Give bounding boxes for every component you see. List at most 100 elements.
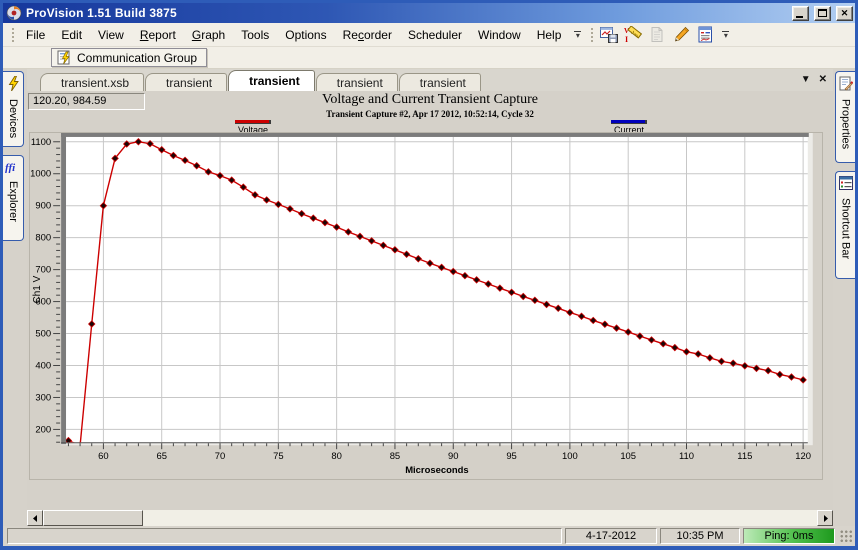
menu-item-help[interactable]: Help [529, 25, 570, 45]
svg-text:1100: 1100 [31, 137, 51, 148]
svg-text:ffi: ffi [5, 162, 16, 173]
graph-pane: 120.20, 984.59 Voltage and Current Trans… [27, 91, 833, 526]
current-legend-swatch [611, 120, 647, 124]
scrollbar-thumb[interactable] [43, 510, 143, 526]
right-sidebar: Properties Shortcut Bar [833, 69, 855, 526]
svg-text:115: 115 [737, 451, 752, 462]
maximize-icon [818, 9, 827, 17]
communication-group-button[interactable]: Communication Group [51, 48, 208, 67]
sidebar-tab-explorer[interactable]: ffi Explorer [3, 155, 24, 241]
sidebar-tab-devices[interactable]: Devices [3, 71, 24, 147]
doc-tab-4[interactable]: transient [398, 73, 481, 91]
svg-text:105: 105 [620, 451, 636, 462]
window-title: ProVision 1.51 Build 3875 [26, 6, 177, 20]
doc-tab-2-active[interactable]: transient [228, 70, 315, 91]
graph-save-icon[interactable] [597, 24, 621, 46]
doc-tab-0[interactable]: transient.xsb [40, 73, 145, 91]
svg-text:400: 400 [35, 360, 51, 371]
menu-item-view[interactable]: View [90, 25, 132, 45]
report-icon[interactable] [693, 24, 717, 46]
explorer-icon: ffi [5, 160, 21, 178]
menu-item-recorder[interactable]: Recorder [335, 25, 400, 45]
center-column: transient.xsb transient transient transient… [27, 69, 833, 526]
devices-icon [7, 75, 20, 96]
transient-capture-chart[interactable]: 60 65 70 75 80 85 90 95 100 105 110 115 120 200 300 400… [29, 132, 823, 480]
svg-text:70: 70 [215, 451, 226, 462]
minimize-button[interactable] [792, 5, 809, 21]
main-area: Devices ffi Explorer transient.xsb transien… [3, 69, 855, 526]
scroll-right-icon [823, 514, 828, 522]
sidebar-tab-label: Explorer [7, 181, 19, 222]
svg-text:Microseconds: Microseconds [405, 465, 468, 476]
scroll-left-icon [32, 514, 37, 522]
svg-text:85: 85 [390, 451, 401, 462]
svg-text:I: I [625, 35, 628, 43]
resize-grip[interactable] [840, 529, 853, 543]
voltage-legend-swatch [235, 120, 271, 124]
toolbar-grip[interactable] [10, 26, 15, 43]
scroll-left-button[interactable] [27, 510, 43, 526]
svg-text:Ch1 V: Ch1 V [32, 275, 43, 303]
communication-group-icon [57, 50, 70, 65]
menu-item-tools[interactable]: Tools [233, 25, 277, 45]
page-icon[interactable] [645, 24, 669, 46]
tab-list-dropdown-icon[interactable]: ▼ [801, 74, 811, 86]
svg-text:800: 800 [35, 233, 51, 244]
svg-text:200: 200 [35, 424, 51, 435]
close-button[interactable]: ✕ [836, 5, 853, 21]
app-window: ProVision 1.51 Build 3875 ✕ File Edit View… [0, 0, 858, 550]
status-panel-fill [7, 528, 562, 544]
doc-tab-1[interactable]: transient [145, 73, 228, 91]
status-panel-time: 10:35 PM [660, 528, 740, 544]
menu-item-edit[interactable]: Edit [53, 25, 90, 45]
svg-text:500: 500 [35, 329, 51, 340]
svg-text:1000: 1000 [30, 169, 51, 180]
svg-text:90: 90 [448, 451, 459, 462]
doc-tab-3[interactable]: transient [315, 73, 398, 91]
toolbar-overflow-button[interactable]: ▾ [719, 25, 732, 45]
minimize-icon [795, 15, 803, 18]
sidebar-tab-label: Devices [7, 99, 19, 139]
menu-item-report[interactable]: Report [132, 25, 184, 45]
svg-text:60: 60 [98, 451, 109, 462]
document-tab-bar: transient.xsb transient transient transient… [27, 69, 833, 91]
maximize-button[interactable] [814, 5, 831, 21]
communication-toolbar: Communication Group [3, 47, 855, 69]
svg-text:95: 95 [506, 451, 517, 462]
sidebar-tab-properties[interactable]: Properties [835, 71, 855, 163]
properties-icon [839, 76, 853, 96]
sidebar-tab-shortcut-bar[interactable]: Shortcut Bar [835, 171, 855, 279]
menu-overflow-button[interactable]: ▾ [571, 25, 584, 45]
menu-item-graph[interactable]: Graph [184, 25, 233, 45]
close-tab-icon[interactable]: ✕ [819, 74, 827, 86]
sidebar-tab-label: Properties [839, 99, 852, 150]
menu-item-scheduler[interactable]: Scheduler [400, 25, 470, 45]
menu-item-file[interactable]: File [18, 25, 53, 45]
menu-item-window[interactable]: Window [470, 25, 529, 45]
horizontal-scrollbar[interactable] [27, 510, 833, 526]
pencil-icon[interactable] [669, 24, 693, 46]
app-icon [6, 5, 22, 21]
menu-item-options[interactable]: Options [277, 25, 334, 45]
scrollbar-track[interactable] [43, 510, 817, 526]
svg-text:300: 300 [35, 392, 51, 403]
vi-measure-icon[interactable]: VI [621, 24, 645, 46]
toolbar-grip-2[interactable] [589, 26, 595, 43]
svg-text:120: 120 [795, 451, 811, 462]
title-bar[interactable]: ProVision 1.51 Build 3875 ✕ [3, 3, 855, 23]
shortcut-icon [838, 176, 853, 195]
scroll-right-button[interactable] [817, 510, 833, 526]
svg-text:110: 110 [679, 451, 694, 462]
svg-text:75: 75 [273, 451, 284, 462]
status-panel-ping: Ping: 0ms [743, 528, 835, 544]
left-sidebar: Devices ffi Explorer [3, 69, 27, 526]
svg-text:80: 80 [331, 451, 342, 462]
svg-text:65: 65 [156, 451, 167, 462]
svg-text:900: 900 [35, 201, 51, 212]
close-icon: ✕ [840, 7, 849, 18]
status-bar: 4-17-2012 10:35 PM Ping: 0ms [3, 526, 855, 546]
menu-bar: File Edit View Report Graph Tools Options Recor… [3, 23, 855, 47]
chart-subtitle: Transient Capture #2, Apr 17 2012, 10:52… [326, 109, 534, 119]
svg-text:700: 700 [35, 265, 51, 276]
svg-text:V: V [624, 27, 629, 35]
